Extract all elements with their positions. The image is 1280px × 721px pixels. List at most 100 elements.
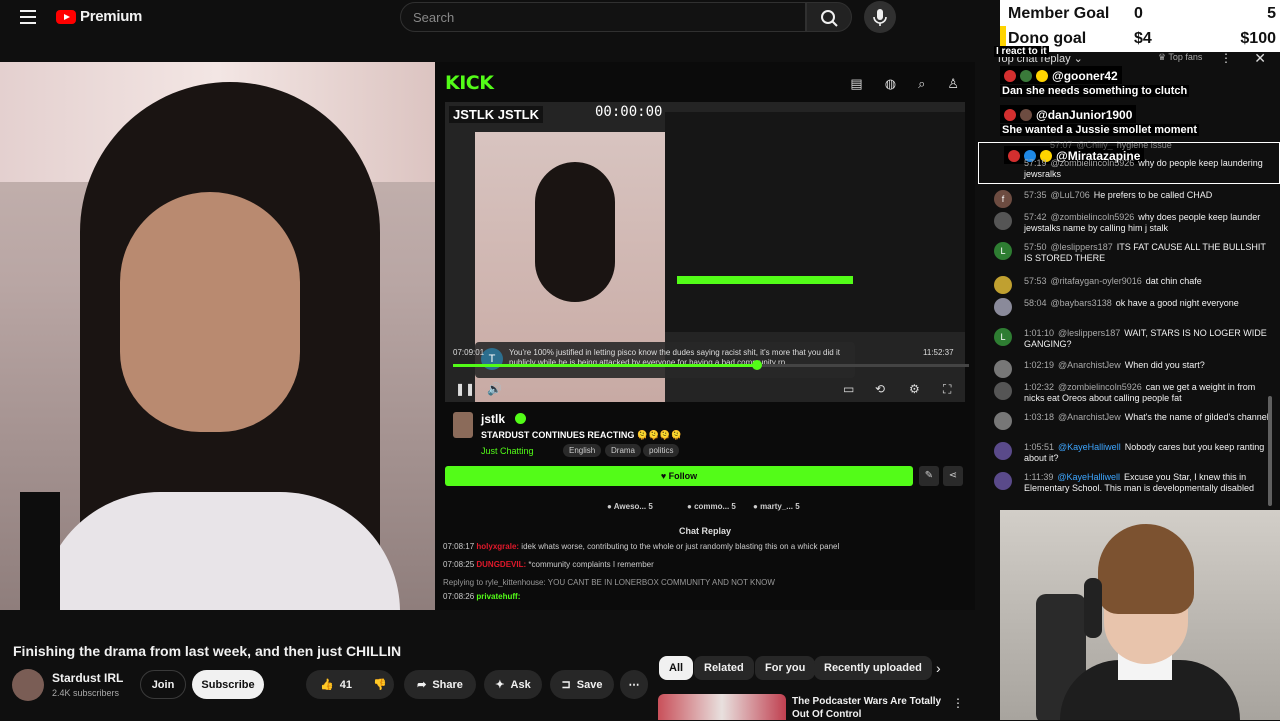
- current-time: 07:09:01: [453, 348, 485, 357]
- logo-text: Premium: [80, 8, 143, 25]
- chat-options-icon[interactable]: ⋮: [1220, 51, 1232, 65]
- member-goal-row: Member Goal 0 5: [1008, 5, 1276, 22]
- close-icon[interactable]: ✕: [1254, 50, 1266, 67]
- fullscreen-icon[interactable]: ⛶: [943, 382, 951, 397]
- chip-related[interactable]: Related: [694, 656, 754, 680]
- reactor-webcam: [1000, 510, 1280, 720]
- top-fans-button[interactable]: ♛ Top fans: [1158, 52, 1202, 63]
- volume-icon[interactable]: 🔊: [487, 382, 502, 396]
- search-button[interactable]: [806, 2, 852, 32]
- settings-icon[interactable]: ⚙: [909, 382, 920, 396]
- overlay-username: @danJunior1900: [1000, 105, 1137, 123]
- user-avatar: f: [994, 190, 1012, 208]
- youtube-play-icon: [56, 9, 76, 24]
- streamer-camera-feed: [0, 62, 435, 610]
- tag-chip: politics: [643, 444, 680, 457]
- member-badge-icon: [1008, 149, 1020, 162]
- tag-chip: English: [563, 444, 602, 457]
- video-title: Finishing the drama from last week, and …: [13, 643, 402, 659]
- inner-channel-tag: JSTLK JSTLK: [449, 106, 543, 123]
- user-icon: ♙: [947, 76, 959, 91]
- stream-timer: 00:00:00: [595, 104, 663, 120]
- like-button[interactable]: 👍 41: [306, 670, 366, 699]
- user-avatar: [994, 276, 1012, 294]
- chevron-right-icon[interactable]: ›: [936, 660, 941, 676]
- chip-for-you[interactable]: For you: [755, 656, 816, 680]
- search-input[interactable]: Search: [400, 2, 806, 32]
- user-avatar: [994, 412, 1012, 430]
- share-icon: ⋖: [943, 466, 963, 486]
- kick-chat-reply: Replying to ryle_kittenhouse: YOU CANT B…: [443, 578, 775, 587]
- chip-all[interactable]: All: [659, 656, 694, 680]
- share-button[interactable]: ➦ Share: [404, 670, 476, 699]
- microphone-image: [20, 492, 60, 610]
- embedded-stream-video: JSTLK JSTLK 00:00:00 T You're 100% justi…: [445, 102, 965, 402]
- moderator-badge-icon: [1036, 69, 1048, 82]
- recommended-title[interactable]: The Podcaster Wars Are Totally Out Of Co…: [792, 695, 947, 721]
- user-avatar: [994, 212, 1012, 230]
- more-icon[interactable]: ⋮: [952, 696, 964, 710]
- user-avatar: [994, 298, 1012, 316]
- kick-follow-button: ♥ Follow: [445, 466, 913, 486]
- kick-search-icon: ⌕: [918, 76, 926, 91]
- subscribe-button[interactable]: Subscribe: [192, 670, 264, 699]
- user-avatar: [994, 442, 1012, 460]
- join-button[interactable]: Join: [140, 670, 186, 699]
- stream-category: Just Chatting: [481, 446, 534, 456]
- menu-icon[interactable]: [20, 10, 36, 24]
- mic-icon: [873, 9, 887, 26]
- verified-icon: [515, 413, 526, 424]
- clip-icon[interactable]: ⟲: [875, 382, 885, 396]
- pause-icon[interactable]: ❚❚: [455, 382, 475, 396]
- channel-name[interactable]: Stardust IRL: [52, 671, 123, 685]
- top-bar: Premium Search: [0, 0, 1000, 36]
- streamer-avatar: [453, 412, 473, 438]
- save-button[interactable]: ⊐ Save: [550, 670, 614, 699]
- channel-avatar[interactable]: [12, 669, 44, 701]
- kick-chat-line: 07:08:17 holyxgrale: idek whats worse, c…: [443, 542, 840, 551]
- recommended-thumbnail[interactable]: [658, 694, 786, 720]
- thumbs-up-icon: 👍: [320, 679, 334, 691]
- video-player[interactable]: KICK ▤ ◍ ⌕ ♙ JSTLK JSTLK 00:00:00 T You'…: [0, 62, 975, 610]
- seek-bar[interactable]: [453, 360, 969, 370]
- user-avatar: [994, 360, 1012, 378]
- member-badge-icon: [1004, 69, 1016, 82]
- member-badge-icon: [1004, 108, 1016, 121]
- tag-chip: Drama: [605, 444, 642, 457]
- top-fan: ● marty_... 5: [753, 502, 800, 511]
- chip-recently-uploaded[interactable]: Recently uploaded: [814, 656, 932, 680]
- kick-chat-line: 07:08:25 DUNGDEVIL: *community complaint…: [443, 560, 654, 569]
- more-actions-button[interactable]: ⋯: [620, 670, 648, 699]
- share-arrow-icon: ➦: [417, 679, 427, 691]
- subscriber-count: 2.4K subscribers: [52, 688, 120, 698]
- top-fan: ● Aweso... 5: [607, 502, 653, 511]
- voice-search-button[interactable]: [864, 1, 896, 33]
- user-avatar: L: [994, 328, 1012, 346]
- browse-icon: ▤: [850, 76, 863, 91]
- theater-icon[interactable]: ▭: [843, 382, 854, 396]
- more-icon: ⋯: [628, 679, 640, 691]
- stream-title: STARDUST CONTINUES REACTING 🫠🫠🫠🫠: [481, 430, 682, 440]
- kick-chat-replay-label: Chat Replay: [678, 526, 731, 536]
- bookmark-icon: ⊐: [561, 679, 571, 691]
- avatar-icon: [1020, 69, 1032, 82]
- headset-image: [1084, 578, 1102, 638]
- globe-icon: ◍: [884, 76, 897, 91]
- user-avatar: L: [994, 242, 1012, 260]
- youtube-logo[interactable]: Premium: [56, 8, 142, 25]
- user-avatar: [994, 472, 1012, 490]
- goal-overlay: Member Goal 0 5 Dono goal $4 $100: [1000, 0, 1280, 52]
- overlay-message: Dan she needs something to clutch: [1000, 85, 1190, 97]
- streamer-name: jstlk: [481, 412, 506, 426]
- highlighted-comment: T You're 100% justified in letting pisco…: [475, 342, 855, 378]
- overlay-message: She wanted a Jussie smollet moment: [1000, 124, 1200, 136]
- search-icon: [821, 10, 838, 27]
- avatar-icon: [1020, 108, 1032, 121]
- overlay-react-text: I react to it: [994, 46, 1049, 57]
- dislike-button[interactable]: 👎: [366, 670, 394, 699]
- chat-scrollbar[interactable]: [1268, 396, 1272, 506]
- sparkle-icon: ✦: [495, 679, 505, 691]
- thumbs-down-icon: 👎: [373, 679, 387, 691]
- kick-stream-panel: KICK ▤ ◍ ⌕ ♙ JSTLK JSTLK 00:00:00 T You'…: [435, 62, 975, 610]
- ask-button[interactable]: ✦ Ask: [484, 670, 542, 699]
